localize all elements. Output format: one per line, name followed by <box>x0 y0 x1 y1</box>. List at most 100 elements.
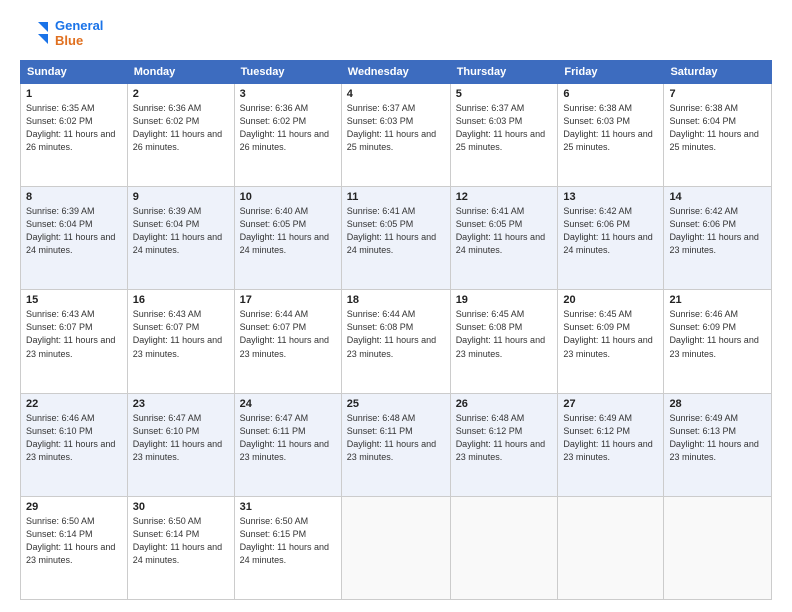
day-number: 5 <box>456 88 553 100</box>
week-row-5: 29 Sunrise: 6:50 AMSunset: 6:14 PMDaylig… <box>21 496 772 599</box>
day-detail: Sunrise: 6:42 AMSunset: 6:06 PMDaylight:… <box>669 206 758 255</box>
calendar-cell: 30 Sunrise: 6:50 AMSunset: 6:14 PMDaylig… <box>127 496 234 599</box>
day-detail: Sunrise: 6:38 AMSunset: 6:04 PMDaylight:… <box>669 103 758 152</box>
day-detail: Sunrise: 6:46 AMSunset: 6:09 PMDaylight:… <box>669 309 758 358</box>
day-detail: Sunrise: 6:47 AMSunset: 6:10 PMDaylight:… <box>133 413 222 462</box>
calendar-cell: 11 Sunrise: 6:41 AMSunset: 6:05 PMDaylig… <box>341 187 450 290</box>
day-number: 27 <box>563 398 658 410</box>
header: General Blue <box>20 18 772 50</box>
calendar-cell: 6 Sunrise: 6:38 AMSunset: 6:03 PMDayligh… <box>558 84 664 187</box>
calendar-cell: 22 Sunrise: 6:46 AMSunset: 6:10 PMDaylig… <box>21 393 128 496</box>
day-detail: Sunrise: 6:42 AMSunset: 6:06 PMDaylight:… <box>563 206 652 255</box>
day-number: 10 <box>240 191 336 203</box>
day-detail: Sunrise: 6:44 AMSunset: 6:08 PMDaylight:… <box>347 309 436 358</box>
day-detail: Sunrise: 6:48 AMSunset: 6:12 PMDaylight:… <box>456 413 545 462</box>
day-detail: Sunrise: 6:38 AMSunset: 6:03 PMDaylight:… <box>563 103 652 152</box>
day-detail: Sunrise: 6:46 AMSunset: 6:10 PMDaylight:… <box>26 413 115 462</box>
day-number: 29 <box>26 501 122 513</box>
day-detail: Sunrise: 6:41 AMSunset: 6:05 PMDaylight:… <box>456 206 545 255</box>
calendar-cell: 9 Sunrise: 6:39 AMSunset: 6:04 PMDayligh… <box>127 187 234 290</box>
day-number: 18 <box>347 294 445 306</box>
calendar-cell: 8 Sunrise: 6:39 AMSunset: 6:04 PMDayligh… <box>21 187 128 290</box>
day-detail: Sunrise: 6:45 AMSunset: 6:08 PMDaylight:… <box>456 309 545 358</box>
day-number: 4 <box>347 88 445 100</box>
calendar-cell: 3 Sunrise: 6:36 AMSunset: 6:02 PMDayligh… <box>234 84 341 187</box>
calendar-cell: 1 Sunrise: 6:35 AMSunset: 6:02 PMDayligh… <box>21 84 128 187</box>
calendar-cell <box>558 496 664 599</box>
calendar-cell: 5 Sunrise: 6:37 AMSunset: 6:03 PMDayligh… <box>450 84 558 187</box>
day-detail: Sunrise: 6:39 AMSunset: 6:04 PMDaylight:… <box>26 206 115 255</box>
calendar-cell: 19 Sunrise: 6:45 AMSunset: 6:08 PMDaylig… <box>450 290 558 393</box>
logo-line2: Blue <box>55 34 103 49</box>
week-row-1: 1 Sunrise: 6:35 AMSunset: 6:02 PMDayligh… <box>21 84 772 187</box>
logo-graphic: General Blue <box>20 18 103 50</box>
col-header-sunday: Sunday <box>21 61 128 84</box>
day-detail: Sunrise: 6:49 AMSunset: 6:13 PMDaylight:… <box>669 413 758 462</box>
day-detail: Sunrise: 6:44 AMSunset: 6:07 PMDaylight:… <box>240 309 329 358</box>
calendar-cell: 2 Sunrise: 6:36 AMSunset: 6:02 PMDayligh… <box>127 84 234 187</box>
calendar-cell: 20 Sunrise: 6:45 AMSunset: 6:09 PMDaylig… <box>558 290 664 393</box>
day-detail: Sunrise: 6:50 AMSunset: 6:15 PMDaylight:… <box>240 516 329 565</box>
logo-line1: General <box>55 19 103 34</box>
day-number: 11 <box>347 191 445 203</box>
logo-svg <box>20 18 52 50</box>
calendar-cell: 16 Sunrise: 6:43 AMSunset: 6:07 PMDaylig… <box>127 290 234 393</box>
day-number: 15 <box>26 294 122 306</box>
week-row-3: 15 Sunrise: 6:43 AMSunset: 6:07 PMDaylig… <box>21 290 772 393</box>
day-number: 16 <box>133 294 229 306</box>
day-number: 31 <box>240 501 336 513</box>
day-number: 21 <box>669 294 766 306</box>
day-number: 19 <box>456 294 553 306</box>
day-number: 2 <box>133 88 229 100</box>
calendar-cell <box>664 496 772 599</box>
day-detail: Sunrise: 6:49 AMSunset: 6:12 PMDaylight:… <box>563 413 652 462</box>
logo: General Blue <box>20 18 103 50</box>
day-number: 13 <box>563 191 658 203</box>
col-header-wednesday: Wednesday <box>341 61 450 84</box>
day-detail: Sunrise: 6:37 AMSunset: 6:03 PMDaylight:… <box>456 103 545 152</box>
day-detail: Sunrise: 6:36 AMSunset: 6:02 PMDaylight:… <box>133 103 222 152</box>
calendar-cell: 14 Sunrise: 6:42 AMSunset: 6:06 PMDaylig… <box>664 187 772 290</box>
day-detail: Sunrise: 6:47 AMSunset: 6:11 PMDaylight:… <box>240 413 329 462</box>
day-detail: Sunrise: 6:41 AMSunset: 6:05 PMDaylight:… <box>347 206 436 255</box>
calendar-cell: 26 Sunrise: 6:48 AMSunset: 6:12 PMDaylig… <box>450 393 558 496</box>
day-number: 6 <box>563 88 658 100</box>
calendar-cell: 27 Sunrise: 6:49 AMSunset: 6:12 PMDaylig… <box>558 393 664 496</box>
day-number: 26 <box>456 398 553 410</box>
day-number: 22 <box>26 398 122 410</box>
day-detail: Sunrise: 6:39 AMSunset: 6:04 PMDaylight:… <box>133 206 222 255</box>
day-number: 20 <box>563 294 658 306</box>
day-detail: Sunrise: 6:48 AMSunset: 6:11 PMDaylight:… <box>347 413 436 462</box>
logo-text: General Blue <box>55 19 103 49</box>
calendar-cell: 4 Sunrise: 6:37 AMSunset: 6:03 PMDayligh… <box>341 84 450 187</box>
day-number: 14 <box>669 191 766 203</box>
calendar-cell <box>450 496 558 599</box>
calendar-header-row: SundayMondayTuesdayWednesdayThursdayFrid… <box>21 61 772 84</box>
page: General Blue SundayMondayTuesdayWednesda… <box>0 0 792 612</box>
col-header-thursday: Thursday <box>450 61 558 84</box>
day-number: 1 <box>26 88 122 100</box>
calendar-cell: 12 Sunrise: 6:41 AMSunset: 6:05 PMDaylig… <box>450 187 558 290</box>
day-number: 17 <box>240 294 336 306</box>
col-header-monday: Monday <box>127 61 234 84</box>
calendar-cell: 15 Sunrise: 6:43 AMSunset: 6:07 PMDaylig… <box>21 290 128 393</box>
day-number: 25 <box>347 398 445 410</box>
day-number: 8 <box>26 191 122 203</box>
col-header-friday: Friday <box>558 61 664 84</box>
day-number: 7 <box>669 88 766 100</box>
calendar-cell: 13 Sunrise: 6:42 AMSunset: 6:06 PMDaylig… <box>558 187 664 290</box>
calendar-cell: 29 Sunrise: 6:50 AMSunset: 6:14 PMDaylig… <box>21 496 128 599</box>
calendar-cell: 18 Sunrise: 6:44 AMSunset: 6:08 PMDaylig… <box>341 290 450 393</box>
day-number: 12 <box>456 191 553 203</box>
calendar-cell: 25 Sunrise: 6:48 AMSunset: 6:11 PMDaylig… <box>341 393 450 496</box>
day-detail: Sunrise: 6:50 AMSunset: 6:14 PMDaylight:… <box>26 516 115 565</box>
calendar-cell: 17 Sunrise: 6:44 AMSunset: 6:07 PMDaylig… <box>234 290 341 393</box>
calendar-cell: 24 Sunrise: 6:47 AMSunset: 6:11 PMDaylig… <box>234 393 341 496</box>
day-number: 30 <box>133 501 229 513</box>
day-detail: Sunrise: 6:50 AMSunset: 6:14 PMDaylight:… <box>133 516 222 565</box>
day-number: 9 <box>133 191 229 203</box>
calendar-cell: 28 Sunrise: 6:49 AMSunset: 6:13 PMDaylig… <box>664 393 772 496</box>
calendar-cell: 23 Sunrise: 6:47 AMSunset: 6:10 PMDaylig… <box>127 393 234 496</box>
day-number: 23 <box>133 398 229 410</box>
week-row-2: 8 Sunrise: 6:39 AMSunset: 6:04 PMDayligh… <box>21 187 772 290</box>
